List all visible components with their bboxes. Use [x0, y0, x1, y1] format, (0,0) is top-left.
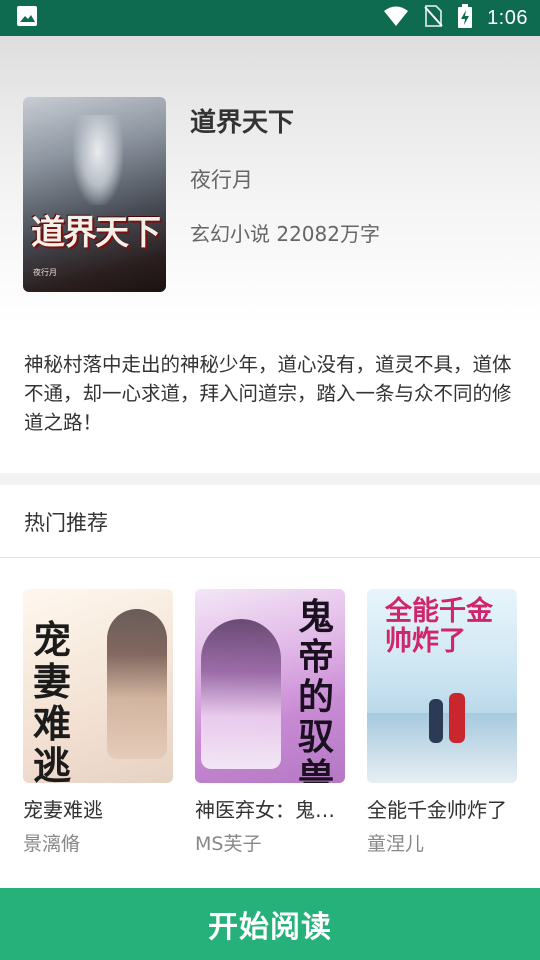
wifi-icon	[383, 5, 409, 31]
recommendation-cover[interactable]: 鬼帝的驭兽狂妃	[195, 589, 345, 783]
cover-text-art: 全能千金帅炸了	[385, 596, 493, 657]
cover-figure-art	[107, 609, 167, 759]
cover-figure-art	[449, 693, 465, 743]
book-title: 道界天下	[190, 108, 295, 138]
recommendation-title: 宠妻难逃	[23, 798, 103, 822]
no-sim-icon	[423, 4, 443, 32]
cover-figure-art	[73, 115, 123, 205]
divider-line	[0, 557, 540, 558]
book-cover: 道界天下 夜行月	[23, 97, 166, 292]
recommendation-author: 童涅儿	[367, 833, 425, 855]
section-divider	[0, 473, 540, 485]
book-header: 道界天下 夜行月 道界天下 夜行月 玄幻小说 22082万字	[0, 36, 540, 326]
recommendation-item[interactable]: 宠妻难逃 宠妻难逃 景漓脩	[23, 589, 173, 857]
cover-text-art: 鬼帝的驭兽狂妃	[297, 596, 334, 783]
book-author[interactable]: 夜行月	[190, 164, 253, 194]
status-time: 1:06	[487, 6, 528, 29]
image-icon	[16, 5, 38, 31]
status-bar: 1:06	[0, 0, 540, 36]
recommendation-item[interactable]: 鬼帝的驭兽狂妃 神医弃女：鬼帝的驭兽狂妃 MS芙子	[195, 589, 345, 857]
cover-figure-art	[201, 619, 281, 769]
book-description: 神秘村落中走出的神秘少年，道心没有，道灵不具，道体不通，却一心求道，拜入问道宗，…	[24, 353, 512, 434]
battery-charging-icon	[457, 4, 473, 32]
recommendation-cover[interactable]: 全能千金帅炸了	[367, 589, 517, 783]
cover-text-art: 宠妻难逃	[33, 617, 72, 784]
cover-author-art: 夜行月	[33, 268, 57, 277]
cover-figure-art	[429, 699, 443, 743]
cover-title-art: 道界天下	[31, 213, 161, 253]
recommendation-title: 全能千金帅炸了	[367, 798, 507, 822]
book-meta: 玄幻小说 22082万字	[190, 222, 380, 246]
recommendation-cover[interactable]: 宠妻难逃	[23, 589, 173, 783]
recommendation-title: 神医弃女：鬼帝的驭兽狂妃	[195, 798, 345, 822]
start-reading-button[interactable]: 开始阅读	[0, 888, 540, 960]
recommendation-author: MS芙子	[195, 833, 262, 855]
recommendation-author: 景漓脩	[23, 833, 81, 855]
section-title: 热门推荐	[24, 511, 108, 535]
recommendation-item[interactable]: 全能千金帅炸了 全能千金帅炸了 童涅儿	[367, 589, 517, 857]
